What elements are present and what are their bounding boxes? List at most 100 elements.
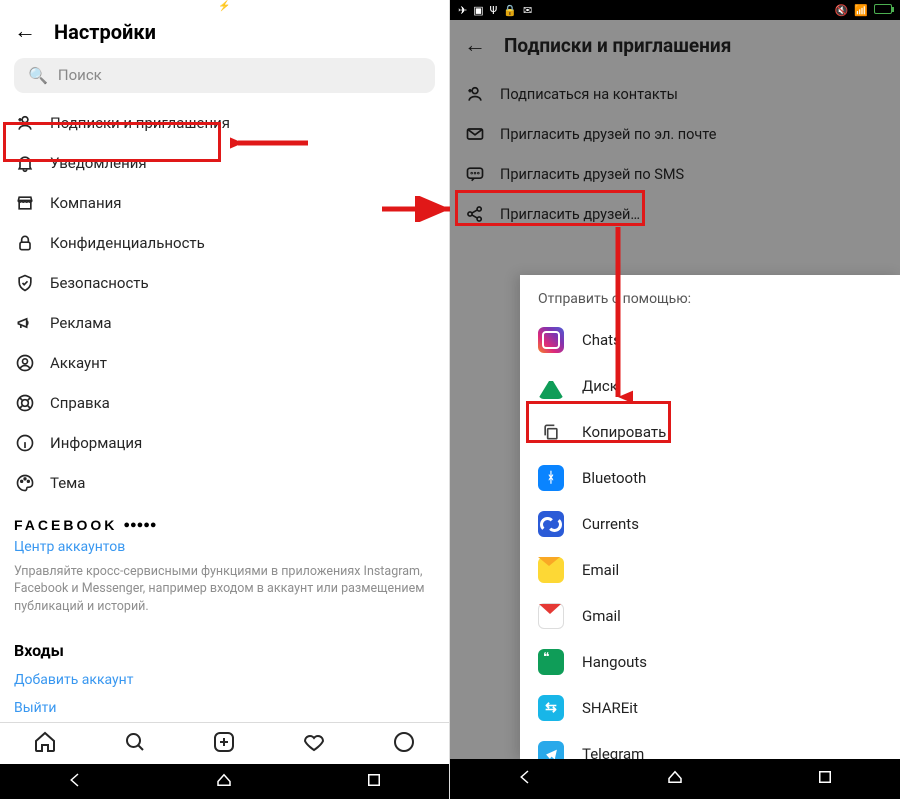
charging-icon: ⚡ bbox=[218, 1, 230, 12]
settings-item-shield[interactable]: Безопасность bbox=[14, 263, 435, 303]
instagram-tab-bar bbox=[0, 722, 449, 764]
mute-icon: 🔇 bbox=[835, 4, 849, 17]
settings-header: ← Настройки bbox=[0, 14, 449, 54]
invite-item-2[interactable]: Пригласить друзей по SMS bbox=[464, 154, 886, 194]
user-icon bbox=[14, 353, 36, 373]
bell-icon bbox=[14, 153, 36, 173]
share-target-label: Bluetooth bbox=[582, 469, 646, 487]
settings-item-palette[interactable]: Тема bbox=[14, 463, 435, 503]
share-chats[interactable]: Chats bbox=[520, 317, 900, 363]
back-button[interactable]: ← bbox=[464, 32, 486, 58]
telegram-notif-icon: ✈ bbox=[458, 4, 467, 17]
facebook-brand: FACEBOOK ●●●●● bbox=[14, 517, 435, 533]
share-sheet-title: Отправить с помощью: bbox=[520, 275, 900, 317]
share-hangouts[interactable]: Hangouts bbox=[520, 639, 900, 685]
status-bar: ⚡ bbox=[0, 0, 449, 14]
logout-link[interactable]: Выйти bbox=[14, 700, 435, 716]
share-target-label: Hangouts bbox=[582, 653, 647, 671]
settings-item-storefront[interactable]: Компания bbox=[14, 183, 435, 223]
tab-activity[interactable] bbox=[302, 730, 326, 758]
share-sheet-list: Chats Диск Копировать ᚼ Bluetooth Currents Ema… bbox=[520, 317, 900, 759]
info-icon bbox=[14, 433, 36, 453]
accounts-center-desc: Управляйте кросс-сервисными функциями в … bbox=[14, 563, 435, 616]
share-target-label: SHAREit bbox=[582, 699, 638, 717]
nav-back[interactable] bbox=[66, 771, 84, 793]
status-right-icons: 🔇 📶 bbox=[835, 4, 892, 17]
palette-icon bbox=[14, 473, 36, 493]
share-gmail[interactable]: Gmail bbox=[520, 593, 900, 639]
settings-item-label: Справка bbox=[50, 394, 110, 412]
usb-icon: Ψ bbox=[490, 4, 498, 17]
settings-list: Подписки и приглашения Уведомления Компани… bbox=[0, 103, 449, 503]
share-currents[interactable]: Currents bbox=[520, 501, 900, 547]
invite-screen: ✈ ▣ Ψ 🔒 ✉ 🔇 📶 ← Подписки и приглашения П… bbox=[450, 0, 900, 799]
settings-item-label: Тема bbox=[50, 474, 85, 492]
lock-status-icon: 🔒 bbox=[503, 4, 517, 17]
accounts-center-link[interactable]: Центр аккаунтов bbox=[14, 539, 435, 555]
tab-profile[interactable] bbox=[392, 730, 416, 758]
nav-home[interactable] bbox=[666, 768, 684, 790]
share-copy[interactable]: Копировать bbox=[520, 409, 900, 455]
share-target-label: Telegram bbox=[582, 745, 644, 759]
envelope-icon bbox=[464, 124, 486, 144]
invite-item-label: Подписаться на контакты bbox=[500, 86, 678, 103]
search-input[interactable]: 🔍 Поиск bbox=[14, 58, 435, 93]
settings-item-user-plus[interactable]: Подписки и приглашения bbox=[14, 103, 435, 143]
share-chats-icon bbox=[538, 327, 564, 353]
invite-item-label: Пригласить друзей по эл. почте bbox=[500, 126, 716, 143]
share-email-icon bbox=[538, 557, 564, 583]
nav-home[interactable] bbox=[215, 771, 233, 793]
share-shareit[interactable]: ⇆SHAREit bbox=[520, 685, 900, 731]
share-target-label: Диск bbox=[582, 377, 618, 395]
share-icon bbox=[464, 204, 486, 224]
megaphone-icon bbox=[14, 313, 36, 333]
settings-item-label: Компания bbox=[50, 194, 121, 212]
share-gmail-icon bbox=[538, 603, 564, 629]
tab-create[interactable] bbox=[212, 730, 236, 758]
tab-home[interactable] bbox=[33, 730, 57, 758]
user-plus-icon bbox=[464, 84, 486, 104]
settings-item-label: Конфиденциальность bbox=[50, 234, 205, 252]
settings-item-lifebuoy[interactable]: Справка bbox=[14, 383, 435, 423]
user-plus-icon bbox=[14, 113, 36, 133]
page-title: Настройки bbox=[54, 20, 156, 44]
nav-recent[interactable] bbox=[365, 771, 383, 793]
invite-item-1[interactable]: Пригласить друзей по эл. почте bbox=[464, 114, 886, 154]
share-copy-icon bbox=[538, 419, 564, 445]
share-target-label: Email bbox=[582, 561, 619, 579]
android-nav-bar bbox=[450, 759, 900, 799]
page-title: Подписки и приглашения bbox=[504, 34, 731, 57]
settings-item-user[interactable]: Аккаунт bbox=[14, 343, 435, 383]
share-drive[interactable]: Диск bbox=[520, 363, 900, 409]
invite-item-0[interactable]: Подписаться на контакты bbox=[464, 74, 886, 114]
settings-item-info[interactable]: Информация bbox=[14, 423, 435, 463]
back-button[interactable]: ← bbox=[14, 21, 36, 43]
invite-item-label: Пригласить друзей… bbox=[500, 206, 640, 223]
share-telegram-icon bbox=[538, 741, 564, 759]
nav-back[interactable] bbox=[516, 768, 534, 790]
sms-icon bbox=[464, 164, 486, 184]
share-target-label: Копировать bbox=[582, 423, 666, 441]
add-account-link[interactable]: Добавить аккаунт bbox=[14, 672, 435, 688]
share-target-label: Chats bbox=[582, 331, 621, 349]
search-placeholder: Поиск bbox=[58, 66, 102, 84]
search-icon: 🔍 bbox=[28, 66, 48, 85]
share-bluetooth-icon: ᚼ bbox=[538, 465, 564, 491]
settings-item-megaphone[interactable]: Реклама bbox=[14, 303, 435, 343]
invite-item-3[interactable]: Пригласить друзей… bbox=[464, 194, 886, 234]
nav-recent[interactable] bbox=[816, 768, 834, 790]
tab-search[interactable] bbox=[123, 730, 147, 758]
logins-section: Входы Добавить аккаунт Выйти bbox=[0, 623, 449, 722]
share-telegram[interactable]: Telegram bbox=[520, 731, 900, 759]
settings-item-label: Подписки и приглашения bbox=[50, 114, 230, 132]
share-sheet: Отправить с помощью: Chats Диск Копировать… bbox=[520, 275, 900, 759]
share-bluetooth[interactable]: ᚼ Bluetooth bbox=[520, 455, 900, 501]
settings-item-lock[interactable]: Конфиденциальность bbox=[14, 223, 435, 263]
facebook-product-glyphs: ●●●●● bbox=[123, 519, 156, 531]
share-email[interactable]: Email bbox=[520, 547, 900, 593]
battery-icon bbox=[874, 4, 892, 14]
android-nav-bar bbox=[0, 764, 449, 799]
invite-item-label: Пригласить друзей по SMS bbox=[500, 166, 684, 183]
share-drive-icon bbox=[538, 373, 564, 399]
settings-item-bell[interactable]: Уведомления bbox=[14, 143, 435, 183]
